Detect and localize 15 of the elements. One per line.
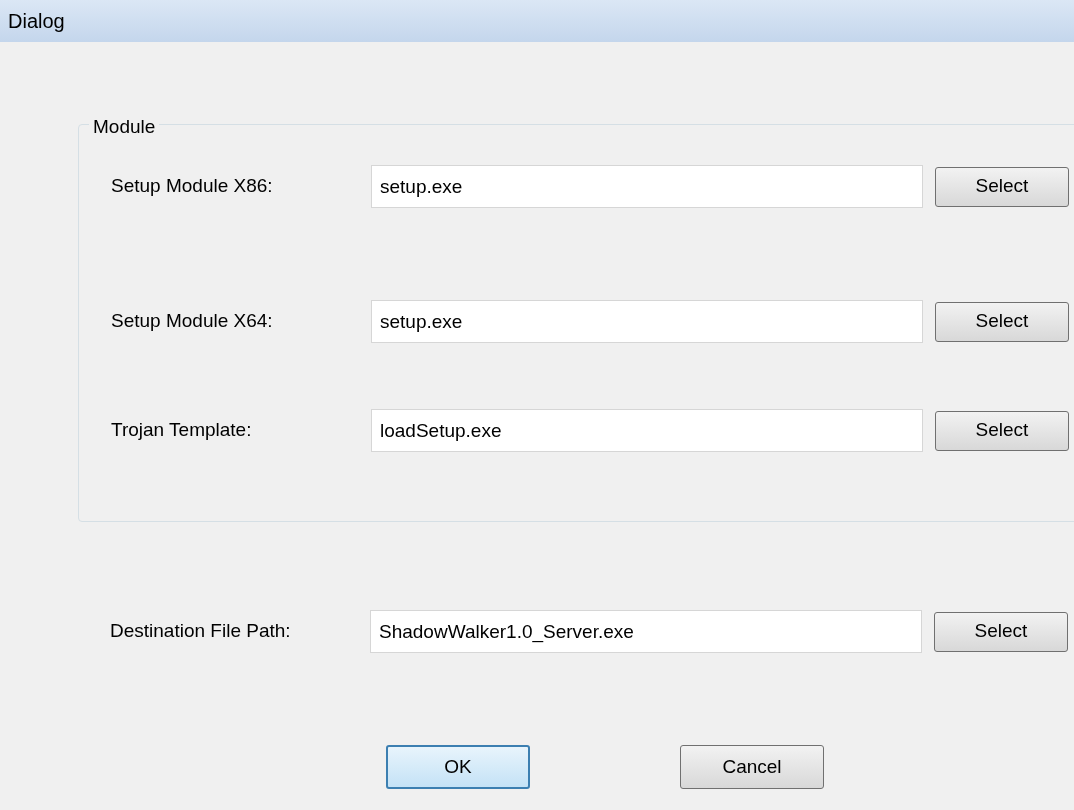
input-field[interactable]: setup.exe xyxy=(371,300,923,343)
input-field[interactable]: loadSetup.exe xyxy=(371,409,923,452)
input-field[interactable]: ShadowWalker1.0_Server.exe xyxy=(370,610,922,653)
field-label: Destination File Path: xyxy=(109,619,292,644)
dialog-button[interactable]: OK xyxy=(386,745,530,789)
window-title: Dialog xyxy=(8,9,65,34)
select-button[interactable]: Select xyxy=(935,410,1069,451)
field-label: Setup Module X64: xyxy=(110,309,274,334)
select-button[interactable]: Select xyxy=(935,301,1069,342)
input-field[interactable]: setup.exe xyxy=(371,165,923,208)
select-button[interactable]: Select xyxy=(935,166,1069,207)
field-label: Trojan Template: xyxy=(110,418,253,443)
select-button[interactable]: Select xyxy=(934,611,1068,652)
dialog-button[interactable]: Cancel xyxy=(680,745,824,789)
field-label: Setup Module X86: xyxy=(110,174,274,199)
